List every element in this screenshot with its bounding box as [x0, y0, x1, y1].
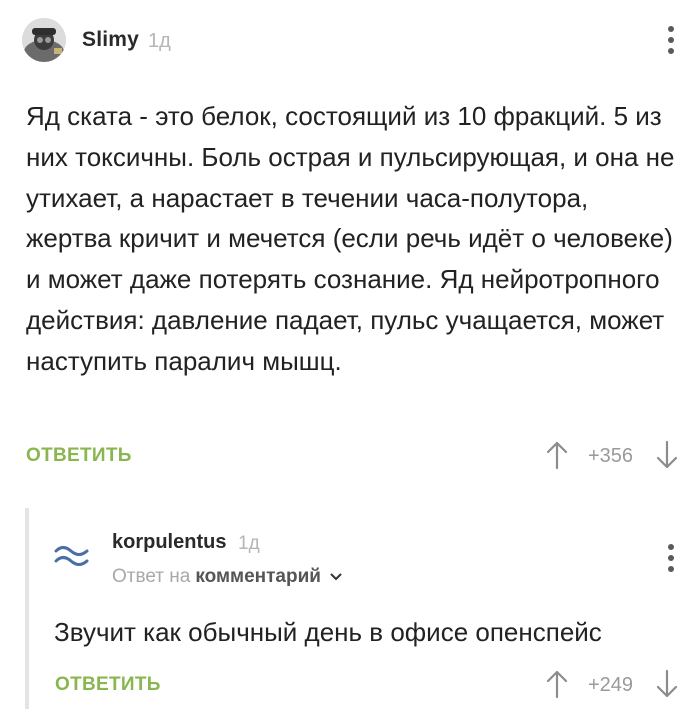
reply-age: 1д	[238, 533, 260, 554]
more-vertical-icon[interactable]	[664, 26, 678, 54]
comment-body: Яд ската - это белок, состоящий из 10 фр…	[26, 101, 675, 376]
chevron-down-icon[interactable]	[330, 572, 342, 582]
arrow-up-icon[interactable]	[546, 669, 568, 699]
wave-avatar-icon[interactable]	[51, 540, 97, 570]
comment-author[interactable]: Slimy	[82, 28, 139, 52]
comment-score: +356	[588, 445, 634, 467]
reply-author[interactable]: korpulentus	[112, 531, 226, 554]
reply-button[interactable]: ОТВЕТИТЬ	[26, 445, 132, 467]
arrow-down-icon[interactable]	[656, 669, 678, 699]
reply-to-prefix: Ответ на	[112, 566, 191, 587]
reply-body: Звучит как обычный день в офисе опенспей…	[54, 617, 602, 647]
comment: Slimy 1д Яд ската - это белок, состоящий…	[0, 0, 700, 485]
arrow-up-icon[interactable]	[546, 440, 568, 470]
reply-to-link[interactable]: комментарий	[195, 566, 321, 588]
avatar[interactable]	[22, 18, 66, 62]
more-vertical-icon[interactable]	[664, 544, 678, 572]
avatar-image	[22, 18, 66, 62]
reply-score: +249	[588, 674, 634, 696]
comment-age: 1д	[148, 30, 171, 52]
reply-thread-line[interactable]	[25, 508, 29, 709]
arrow-down-icon[interactable]	[656, 440, 678, 470]
reply-button[interactable]: ОТВЕТИТЬ	[55, 674, 161, 696]
reply-to-info: Ответ на комментарий	[112, 566, 342, 588]
